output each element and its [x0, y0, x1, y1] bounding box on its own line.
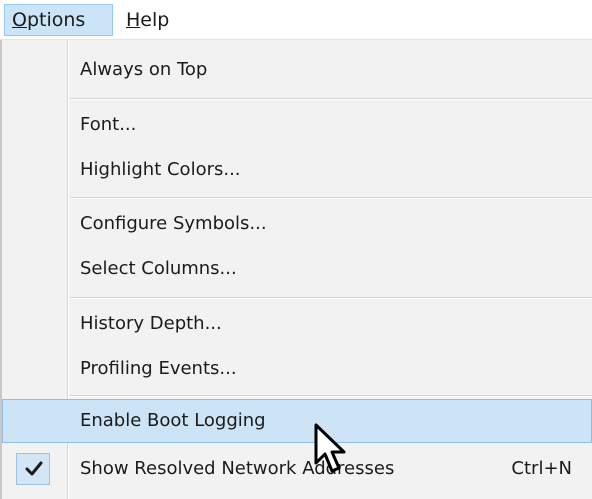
menu-item-show-resolved-network-addresses[interactable]: Show Resolved Network Addresses Ctrl+N	[2, 447, 592, 491]
menu-options[interactable]: Options	[4, 4, 113, 36]
check-icon	[25, 461, 43, 476]
menu-item-label: Font...	[80, 114, 137, 135]
menu-item-label: Select Columns...	[80, 258, 237, 279]
menu-item-label: Configure Symbols...	[80, 213, 267, 234]
menu-item-enable-boot-logging[interactable]: Enable Boot Logging	[2, 399, 592, 443]
menu-item-shortcut: Ctrl+N	[511, 458, 572, 479]
menu-bar: Options Help	[0, 0, 592, 40]
menu-help-accel: H	[126, 9, 141, 31]
check-indicator	[16, 453, 50, 485]
menu-item-select-columns[interactable]: Select Columns...	[2, 247, 592, 291]
menu-item-label: Profiling Events...	[80, 358, 237, 379]
menu-item-profiling-events[interactable]: Profiling Events...	[2, 347, 592, 391]
menu-item-label: Always on Top	[80, 59, 208, 80]
menu-item-history-depth[interactable]: History Depth...	[2, 302, 592, 346]
menu-separator	[70, 395, 592, 397]
menu-item-label: Enable Boot Logging	[80, 410, 266, 431]
menu-separator	[70, 98, 592, 100]
mouse-pointer-icon	[314, 423, 354, 481]
menu-item-font[interactable]: Font...	[2, 103, 592, 147]
menu-help-label-post: elp	[140, 9, 170, 31]
menu-separator	[70, 197, 592, 199]
menu-item-label: History Depth...	[80, 313, 222, 334]
menu-item-always-on-top[interactable]: Always on Top	[2, 48, 592, 92]
menu-separator	[70, 297, 592, 299]
menu-options-accel: O	[12, 9, 27, 31]
menu-item-highlight-colors[interactable]: Highlight Colors...	[2, 148, 592, 192]
options-dropdown-menu: Always on Top Font... Highlight Colors..…	[0, 40, 592, 499]
menu-item-configure-symbols[interactable]: Configure Symbols...	[2, 202, 592, 246]
menu-item-label: Highlight Colors...	[80, 159, 241, 180]
menu-options-label-post: ptions	[26, 9, 86, 31]
menu-help[interactable]: Help	[118, 4, 188, 36]
